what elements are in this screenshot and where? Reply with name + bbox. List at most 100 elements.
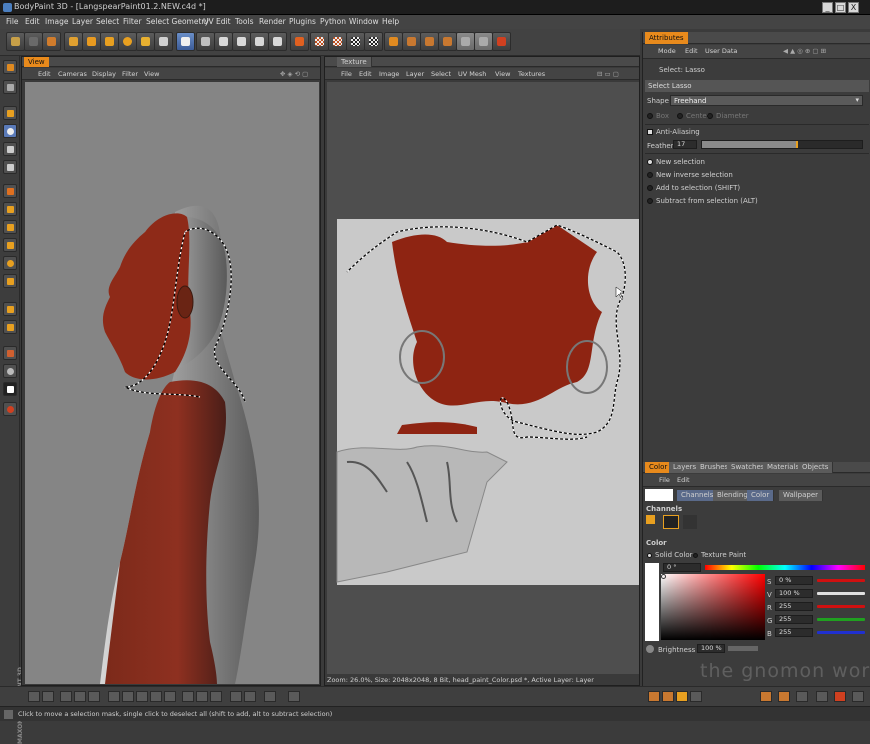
slider-input-v[interactable]: 100 % <box>775 589 813 598</box>
texture-menu-select[interactable]: Select <box>431 70 451 78</box>
scale-tool-button[interactable] <box>100 32 119 51</box>
anti-aliasing-checkbox[interactable]: Anti-Aliasing <box>647 128 700 136</box>
tool-text[interactable] <box>3 302 17 316</box>
bottom-tool-9[interactable] <box>150 691 162 702</box>
tool-ui-toggle[interactable] <box>3 80 17 94</box>
attributes-nav-icons[interactable]: ◀ ▲ ◎ ⊕ ▢ ⊞ <box>783 47 826 55</box>
hue-input[interactable]: 0 ° <box>663 563 701 572</box>
attributes-menu-edit[interactable]: Edit <box>685 47 698 55</box>
shape-dropdown[interactable]: Freehand ▾ <box>670 95 863 106</box>
bottom-tool-17[interactable] <box>288 691 300 702</box>
record-button[interactable] <box>492 32 511 51</box>
tab-view[interactable]: View <box>24 57 49 67</box>
checker-2-button[interactable] <box>328 32 347 51</box>
tool-smudge[interactable] <box>3 274 17 288</box>
slider-b[interactable] <box>817 631 865 634</box>
slider-input-g[interactable]: 255 <box>775 615 813 624</box>
texture-menu-textures[interactable]: Textures <box>518 70 545 78</box>
redo-button[interactable] <box>24 32 43 51</box>
bottom-tool-4[interactable] <box>74 691 86 702</box>
bottom-tool-25[interactable] <box>816 691 828 702</box>
menu-file[interactable]: File <box>6 17 19 26</box>
bottom-tool-21[interactable] <box>690 691 702 702</box>
bottom-tool-13[interactable] <box>210 691 222 702</box>
color-menu-edit[interactable]: Edit <box>677 476 690 484</box>
bottom-tool-16[interactable] <box>264 691 276 702</box>
color-menu-file[interactable]: File <box>659 476 670 484</box>
tool-zoom[interactable] <box>3 364 17 378</box>
picker-cursor[interactable] <box>661 574 666 579</box>
bottom-tool-2[interactable] <box>42 691 54 702</box>
tool-record[interactable] <box>3 402 17 416</box>
attributes-menu-user-data[interactable]: User Data <box>705 47 737 55</box>
menu-select[interactable]: Select <box>96 17 119 26</box>
saturation-value-picker[interactable] <box>661 574 765 640</box>
slider-r[interactable] <box>817 605 865 608</box>
view-nav-icons[interactable]: ✥ ◈ ⟲ ▢ <box>280 70 308 78</box>
slider-input-r[interactable]: 255 <box>775 602 813 611</box>
menu-edit[interactable]: Edit <box>25 17 40 26</box>
tab-objects[interactable]: Objects <box>798 462 834 473</box>
menu-select-geometry[interactable]: Select Geometry <box>146 17 209 26</box>
bottom-tool-24[interactable] <box>796 691 808 702</box>
bottom-tool-27[interactable] <box>852 691 864 702</box>
bottom-tool-22[interactable] <box>760 691 772 702</box>
slider-v[interactable] <box>817 592 865 595</box>
feather-slider[interactable] <box>701 140 863 149</box>
view-menu-cameras[interactable]: Cameras <box>58 70 87 78</box>
channel-swatch-active[interactable] <box>663 515 679 529</box>
grid-1-button[interactable] <box>456 32 475 51</box>
texture-menu-layer[interactable]: Layer <box>406 70 424 78</box>
tab-texture[interactable]: Texture <box>337 57 372 67</box>
bottom-tool-5[interactable] <box>88 691 100 702</box>
move-tool-button[interactable] <box>82 32 101 51</box>
paint-mode-3-button[interactable] <box>250 32 269 51</box>
checker-4-button[interactable] <box>364 32 383 51</box>
texture-menu-file[interactable]: File <box>341 70 352 78</box>
shape-option-diameter[interactable]: Diameter <box>707 112 749 120</box>
bottom-tool-18[interactable] <box>648 691 660 702</box>
bottom-tool-26[interactable] <box>834 691 846 702</box>
mode-subtract-from-selection[interactable]: Subtract from selection (ALT) <box>647 197 758 205</box>
texture-menu-edit[interactable]: Edit <box>359 70 372 78</box>
grid-2-button[interactable] <box>474 32 493 51</box>
current-color-swatch[interactable] <box>645 489 673 501</box>
bottom-tool-23[interactable] <box>778 691 790 702</box>
hue-slider[interactable] <box>705 565 865 570</box>
tool-magic-wand[interactable] <box>3 142 17 156</box>
mode-new-selection[interactable]: New selection <box>647 158 705 166</box>
render-region-button[interactable] <box>42 32 61 51</box>
foreground-background-swatch[interactable] <box>3 382 17 396</box>
texture-nav-icons[interactable]: ⊟ ▭ ▢ <box>597 70 619 78</box>
menu-render[interactable]: Render <box>259 17 286 26</box>
view-menu-edit[interactable]: Edit <box>38 70 51 78</box>
3d-viewport[interactable] <box>25 82 319 684</box>
paint-mode-4-button[interactable] <box>268 32 287 51</box>
menu-python[interactable]: Python <box>320 17 346 26</box>
menu-filter[interactable]: Filter <box>123 17 142 26</box>
menu-uv-edit[interactable]: UV Edit <box>203 17 231 26</box>
brightness-input[interactable]: 100 % <box>697 644 725 653</box>
tab-color[interactable]: Color <box>645 462 672 473</box>
paint-mode-2-button[interactable] <box>232 32 251 51</box>
mode-new-inverse-selection[interactable]: New inverse selection <box>647 171 733 179</box>
tool-shape[interactable] <box>3 320 17 334</box>
view-menu-view[interactable]: View <box>144 70 159 78</box>
magnet-tool-button[interactable] <box>136 32 155 51</box>
bottom-tool-8[interactable] <box>136 691 148 702</box>
channel-swatch-2[interactable] <box>683 515 697 529</box>
view-menu-display[interactable]: Display <box>92 70 116 78</box>
attributes-menu-mode[interactable]: Mode <box>658 47 676 55</box>
texture-menu-view[interactable]: View <box>495 70 510 78</box>
tab-attributes[interactable]: Attributes <box>645 32 688 44</box>
checker-1-button[interactable] <box>310 32 329 51</box>
tool-paint-setup[interactable] <box>3 60 17 74</box>
tool-stamp[interactable] <box>3 202 17 216</box>
slider-input-s[interactable]: 0 % <box>775 576 813 585</box>
maximize-button[interactable]: □ <box>835 2 846 13</box>
layout-4-button[interactable] <box>438 32 457 51</box>
mode-texture-paint[interactable]: Texture Paint <box>693 551 746 559</box>
tool-fill[interactable] <box>3 238 17 252</box>
bottom-tool-1[interactable] <box>28 691 40 702</box>
feather-input[interactable]: 17 <box>673 140 697 149</box>
